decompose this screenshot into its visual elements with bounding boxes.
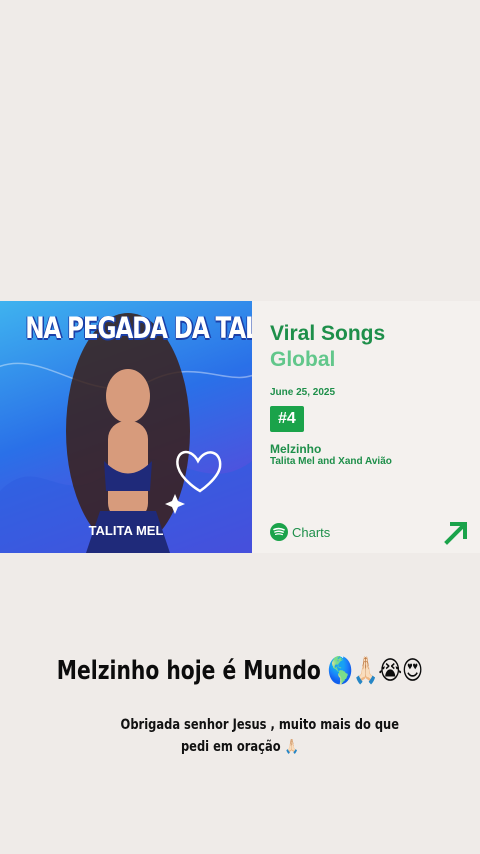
chart-date: June 25, 2025 <box>270 387 336 398</box>
chart-region: Global <box>270 348 336 371</box>
post-headline: Melzinho hoje é Mundo 🌎🙏🏻😭😍 <box>56 656 424 686</box>
brand-label: Charts <box>292 524 331 540</box>
spotify-charts-brand[interactable]: Charts <box>270 523 330 541</box>
album-cover: NA PEGADA DA TALITA TALITA MEL <box>0 301 252 553</box>
caption-line-2: pedi em oração 🙏🏻 <box>181 739 299 755</box>
caption-line-1: Obrigada senhor Jesus , muito mais do qu… <box>120 717 400 733</box>
chart-share-card: NA PEGADA DA TALITA TALITA MEL Viral Son… <box>0 301 480 553</box>
post-caption: Obrigada senhor Jesus , muito mais do qu… <box>90 714 399 758</box>
cover-artist: TALITA MEL <box>88 523 164 538</box>
rank-badge: #4 <box>270 406 304 432</box>
cover-title: NA PEGADA DA TALITA <box>25 311 252 345</box>
chart-title: Viral Songs <box>270 322 386 345</box>
chart-info: Viral Songs Global June 25, 2025 #4 Melz… <box>270 321 470 467</box>
song-title: Melzinho <box>270 442 322 456</box>
arrow-up-right-icon[interactable] <box>442 519 470 552</box>
spotify-icon <box>270 523 288 541</box>
song-artists: Talita Mel and Xand Avião <box>270 456 392 467</box>
